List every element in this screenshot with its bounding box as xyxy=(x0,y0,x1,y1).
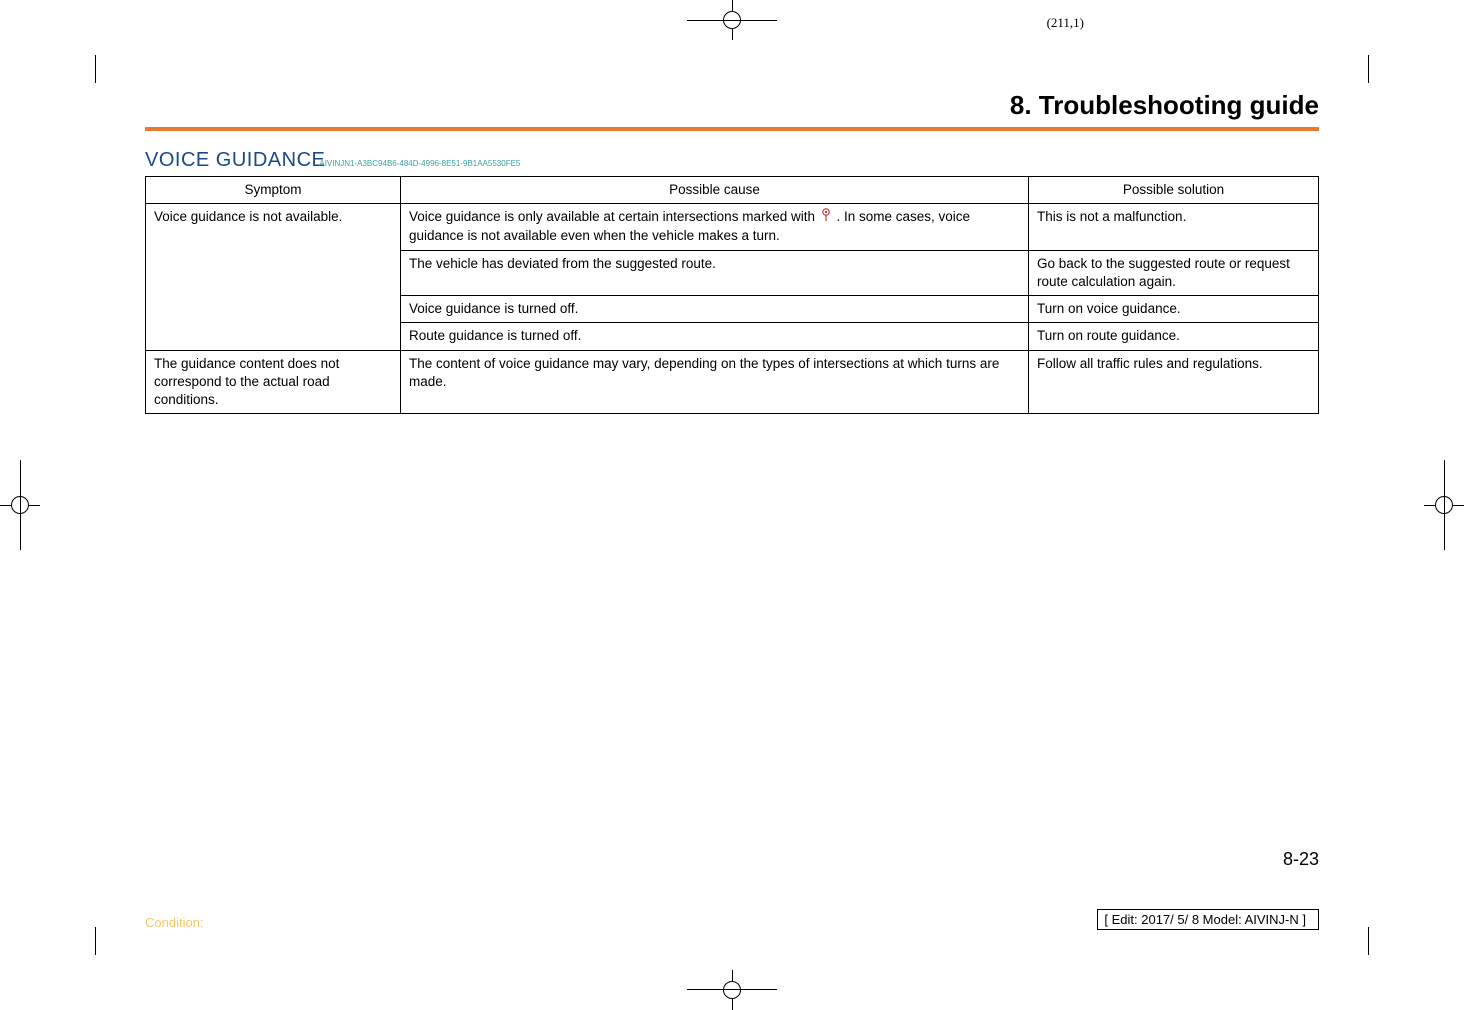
cell-solution: Go back to the suggested route or reques… xyxy=(1029,250,1319,295)
map-pin-icon xyxy=(821,208,831,227)
cell-cause: Route guidance is turned off. xyxy=(401,323,1029,350)
crop-mark-bottom xyxy=(687,970,777,1010)
page-content: 8. Troubleshooting guide VOICE GUIDANCEA… xyxy=(145,90,1319,950)
cell-solution: Turn on voice guidance. xyxy=(1029,296,1319,323)
cell-cause: The vehicle has deviated from the sugges… xyxy=(401,250,1029,295)
table-row: The guidance content does not correspond… xyxy=(146,350,1319,414)
cell-cause: Voice guidance is turned off. xyxy=(401,296,1029,323)
table-row: Voice guidance is not available. Voice g… xyxy=(146,204,1319,250)
cell-cause: The content of voice guidance may vary, … xyxy=(401,350,1029,414)
tick-mark xyxy=(1368,55,1369,83)
col-header-cause: Possible cause xyxy=(401,177,1029,204)
col-header-solution: Possible solution xyxy=(1029,177,1319,204)
cell-symptom: Voice guidance is not available. xyxy=(146,204,401,350)
page-coordinate: (211,1) xyxy=(1047,15,1084,31)
crop-mark-top xyxy=(687,0,777,40)
tick-mark xyxy=(95,927,96,955)
col-header-symptom: Symptom xyxy=(146,177,401,204)
revision-id: AIVINJN1-A3BC94B6-484D-4996-8E51-9B1AA55… xyxy=(319,159,520,168)
section-title: VOICE GUIDANCE xyxy=(145,149,325,171)
troubleshooting-table: Symptom Possible cause Possible solution… xyxy=(145,176,1319,414)
condition-label: Condition: xyxy=(145,915,204,930)
crop-mark-right xyxy=(1424,460,1464,550)
cell-cause: Voice guidance is only available at cert… xyxy=(401,204,1029,250)
section-heading-row: VOICE GUIDANCEAIVINJN1-A3BC94B6-484D-499… xyxy=(145,149,1319,172)
cell-symptom: The guidance content does not correspond… xyxy=(146,350,401,414)
cell-solution: Follow all traffic rules and regulations… xyxy=(1029,350,1319,414)
chapter-title: 8. Troubleshooting guide xyxy=(145,90,1319,121)
cell-solution: This is not a malfunction. xyxy=(1029,204,1319,250)
cell-solution: Turn on route guidance. xyxy=(1029,323,1319,350)
tick-mark xyxy=(95,55,96,83)
table-header-row: Symptom Possible cause Possible solution xyxy=(146,177,1319,204)
tick-mark xyxy=(1368,927,1369,955)
header-rule xyxy=(145,127,1319,131)
edit-info-box: [ Edit: 2017/ 5/ 8 Model: AIVINJ-N ] xyxy=(1097,909,1319,930)
page-number: 8-23 xyxy=(1283,849,1319,870)
crop-mark-left xyxy=(0,460,40,550)
cause-text-pre: Voice guidance is only available at cert… xyxy=(409,209,819,224)
